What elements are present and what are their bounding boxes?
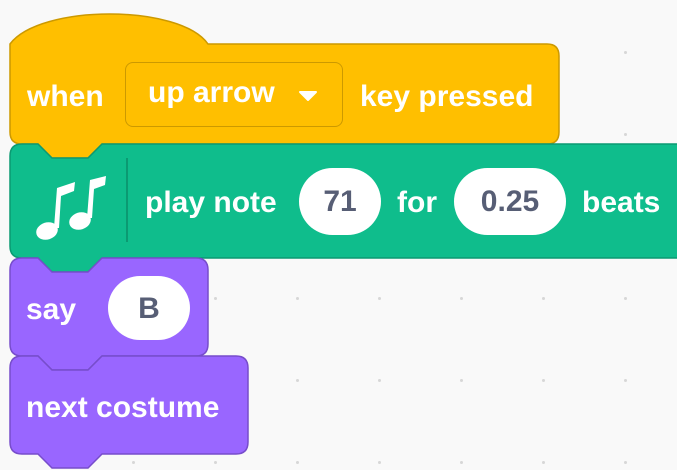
code-workspace[interactable]: when up arrow key pressed play note 71 f… <box>0 0 677 470</box>
next-costume-label: next costume <box>26 391 220 424</box>
